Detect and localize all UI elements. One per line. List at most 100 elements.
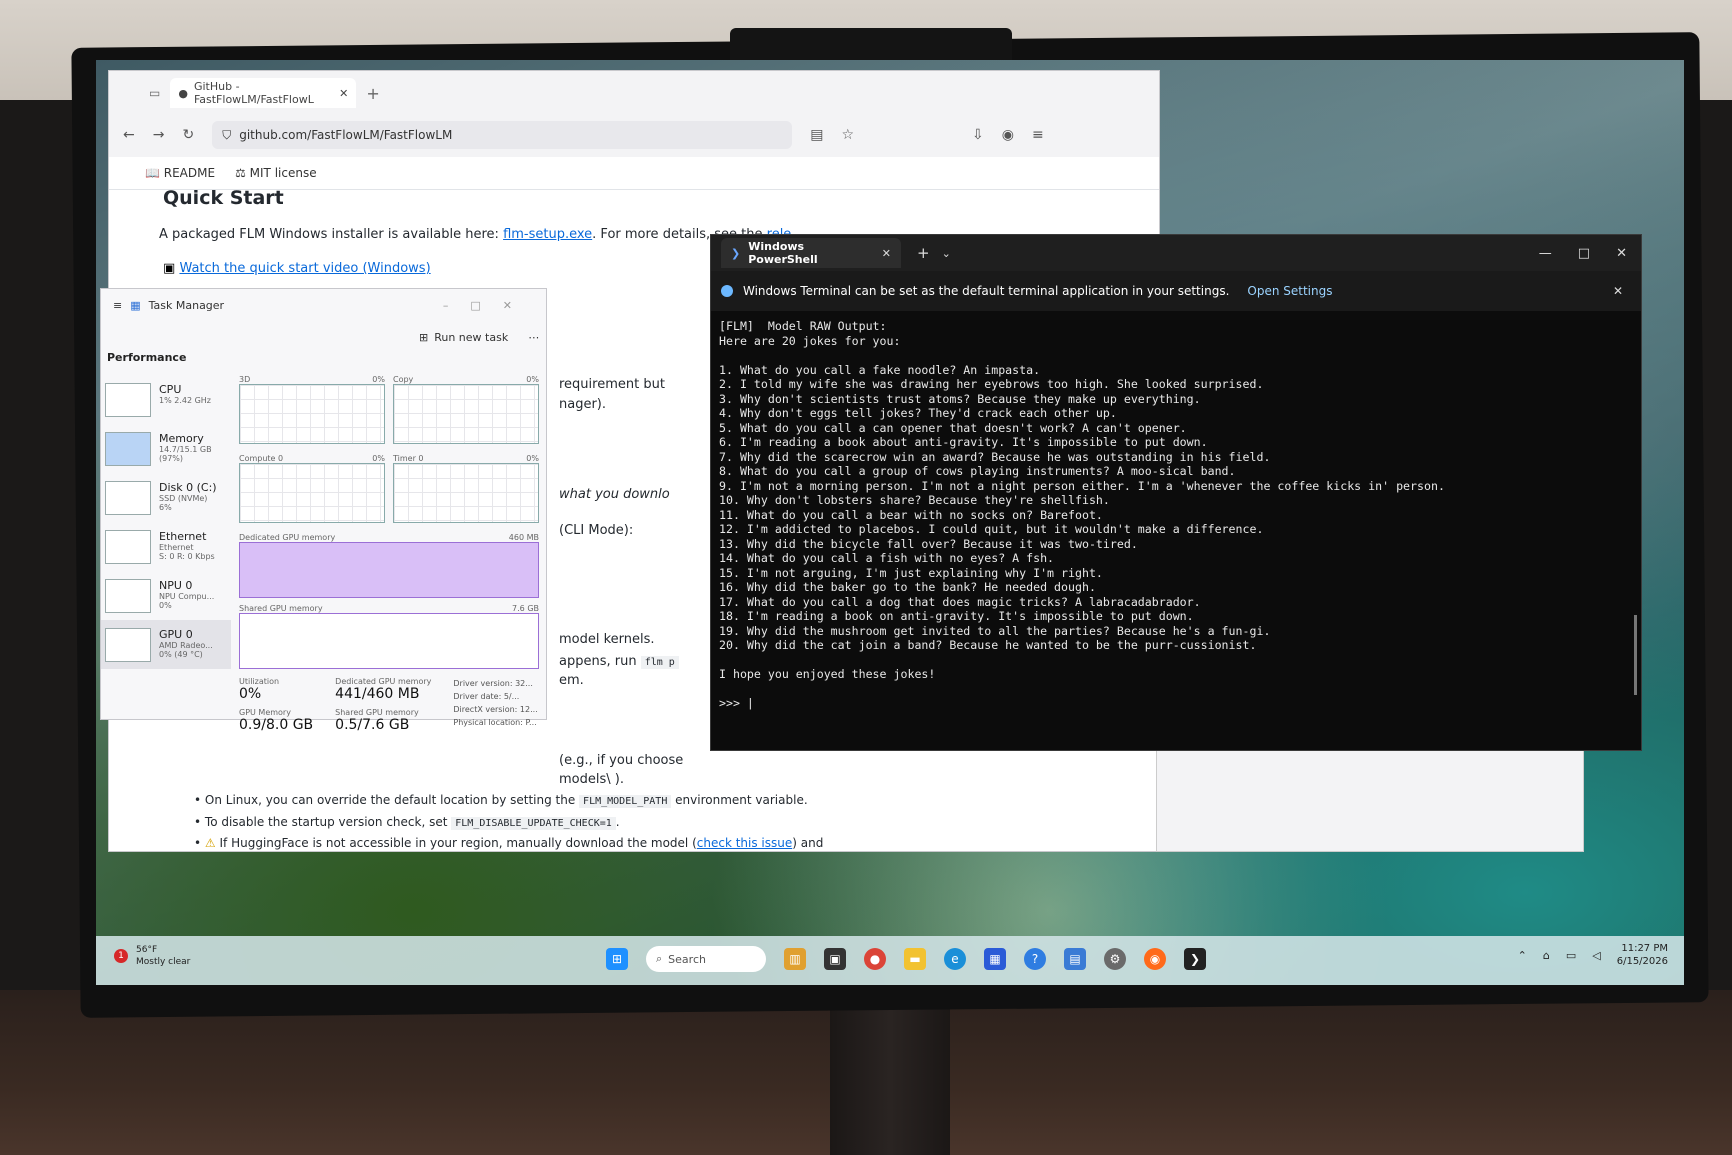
back-icon[interactable]: ← — [123, 127, 135, 143]
more-icon[interactable]: ⋯ — [528, 331, 539, 344]
account-icon[interactable]: ◉ — [1002, 127, 1014, 143]
download-icon[interactable]: ⇩ — [972, 127, 984, 143]
settings-icon[interactable]: ⚙ — [1104, 948, 1126, 970]
sidebar-thumb-graph — [105, 579, 151, 613]
chevron-up-icon[interactable]: ⌃ — [1518, 949, 1527, 962]
terminal-line: 4. Why don't eggs tell jokes? They'd cra… — [719, 406, 1117, 420]
weather-temp: 56°F — [136, 945, 158, 955]
github-icon: ● — [178, 86, 188, 100]
gpu-stats: Utilization 0% GPU Memory 0.9/8.0 GB Ded… — [239, 677, 539, 733]
terminal-line: 8. What do you call a group of cows play… — [719, 464, 1236, 478]
performance-sidebar: CPU 1% 2.42 GHz Memory 14.7/15.1 GB (97%) Di… — [101, 375, 231, 669]
sidebar-item[interactable]: Ethernet Ethernet S: 0 R: 0 Kbps — [101, 522, 231, 571]
clock-time: 11:27 PM — [1621, 943, 1668, 954]
sidebar-item-sub: 0% (49 °C) — [159, 650, 203, 659]
sidebar-item[interactable]: Memory 14.7/15.1 GB (97%) — [101, 424, 231, 473]
edge-icon[interactable]: e — [944, 948, 966, 970]
sidebar-item[interactable]: NPU 0 NPU Compu... 0% — [101, 571, 231, 620]
tab-readme-label: README — [163, 166, 216, 180]
open-settings-link[interactable]: Open Settings — [1247, 284, 1332, 298]
browser-tab[interactable]: ● GitHub - FastFlowLM/FastFlowL ✕ — [170, 78, 357, 108]
menu-icon[interactable]: ≡ — [1032, 127, 1044, 143]
video-link[interactable]: Watch the quick start video (Windows) — [179, 261, 430, 276]
window-controls[interactable]: –□✕ — [443, 299, 546, 312]
new-tab-icon[interactable]: + — [917, 244, 930, 262]
sidebar-item-text: GPU 0 AMD Radeo... 0% (49 °C) — [159, 628, 213, 659]
weather-widget[interactable]: 1 56°F Mostly clear — [114, 944, 190, 968]
graph-3d[interactable] — [239, 384, 385, 444]
run-new-task-button[interactable]: ⊞ Run new task ⋯ — [419, 331, 539, 344]
close-tab-icon[interactable]: ✕ — [882, 247, 891, 260]
dedicated-label: Dedicated GPU memory — [239, 533, 336, 542]
terminal-line: 2. I told my wife she was drawing her ey… — [719, 377, 1264, 391]
graph-timer[interactable] — [393, 463, 539, 523]
powershell-icon: ❯ — [731, 246, 741, 260]
sidebar-item-sub: NPU Compu... — [159, 592, 215, 601]
help-icon[interactable]: ? — [1024, 948, 1046, 970]
stat-value: 0% — [239, 686, 262, 702]
task-view-icon[interactable]: ▣ — [824, 948, 846, 970]
volume-icon[interactable]: ◁ — [1592, 949, 1600, 962]
task-manager-taskbar-icon[interactable]: ▤ — [1064, 948, 1086, 970]
display-icon[interactable]: ▭ — [1566, 949, 1576, 962]
installer-link[interactable]: flm-setup.exe — [503, 227, 592, 242]
graph-label-3d: 3D — [239, 375, 251, 384]
reload-icon[interactable]: ↻ — [182, 127, 194, 143]
reader-icon[interactable]: ▤ — [810, 127, 823, 143]
sidebar-item-sub: 0% — [159, 601, 172, 610]
banner-close-icon[interactable]: ✕ — [1613, 284, 1641, 298]
terminal-line: 11. What do you call a bear with no sock… — [719, 507, 1103, 522]
graph-compute[interactable] — [239, 463, 385, 523]
windows-icon[interactable]: ⊞ — [606, 948, 628, 970]
chevron-down-icon[interactable]: ⌄ — [942, 247, 951, 260]
tab-license[interactable]: ⚖ MIT license — [235, 166, 317, 180]
sidebar-item[interactable]: GPU 0 AMD Radeo... 0% (49 °C) — [101, 620, 231, 669]
readme-tabs: 📖 README ⚖ MIT license — [109, 157, 1159, 190]
terminal-tab[interactable]: ❯ Windows PowerShell ✕ — [721, 238, 901, 268]
maximize-icon[interactable]: □ — [1578, 246, 1590, 261]
search-placeholder: Search — [668, 952, 706, 966]
new-tab-icon[interactable]: + — [366, 84, 379, 103]
clock[interactable]: 11:27 PM 6/15/2026 — [1617, 942, 1668, 968]
hamburger-icon[interactable]: ≡ — [113, 299, 122, 312]
network-icon[interactable]: ⌂ — [1543, 949, 1550, 962]
tab-list-icon[interactable]: ▭ — [149, 86, 160, 100]
sidebar-item-label: Ethernet — [159, 530, 207, 543]
physical-label: Physical location: — [453, 718, 523, 727]
chrome-icon[interactable]: ● — [864, 948, 886, 970]
desktop-screen: ▭ ● GitHub - FastFlowLM/FastFlowL ✕ + ← … — [96, 60, 1684, 985]
info-icon — [721, 285, 733, 297]
graph-pct: 0% — [526, 375, 539, 384]
store-icon[interactable]: ▦ — [984, 948, 1006, 970]
minimize-icon[interactable]: — — [1539, 246, 1552, 261]
star-icon[interactable]: ☆ — [841, 127, 854, 143]
tab-readme[interactable]: 📖 README — [145, 166, 215, 180]
sidebar-item-sub: 14.7/15.1 GB (97%) — [159, 445, 212, 463]
sidebar-item[interactable]: CPU 1% 2.42 GHz — [101, 375, 231, 424]
widgets-icon[interactable]: ▥ — [784, 948, 806, 970]
close-tab-icon[interactable]: ✕ — [339, 87, 348, 100]
taskbar-apps: ⊞ ⌕ Search ▥ ▣ ● ▬ e ▦ ? ▤ ⚙ ◉ ❯ — [606, 946, 1206, 972]
list-item-text: To disable the startup version check, se… — [204, 815, 448, 829]
text-fragment: (CLI Mode): — [559, 523, 634, 538]
url-bar[interactable]: ⛉ github.com/FastFlowLM/FastFlowLM — [212, 121, 793, 149]
sidebar-item[interactable]: Disk 0 (C:) SSD (NVMe) 6% — [101, 473, 231, 522]
sidebar-thumb-graph — [105, 481, 151, 515]
driver-row: Physical location: P... — [453, 716, 537, 729]
forward-icon[interactable]: → — [153, 127, 165, 143]
close-icon[interactable]: ✕ — [1616, 246, 1627, 261]
file-explorer-icon[interactable]: ▬ — [904, 948, 926, 970]
browser-tab-title: GitHub - FastFlowLM/FastFlowL — [193, 80, 314, 106]
sidebar-item-text: Disk 0 (C:) SSD (NVMe) 6% — [159, 481, 217, 512]
task-manager-titlebar: ≡ ▦ Task Manager –□✕ — [101, 289, 546, 321]
firefox-icon[interactable]: ◉ — [1144, 948, 1166, 970]
stat-label: Shared GPU memory — [335, 708, 419, 717]
graph-copy[interactable] — [393, 384, 539, 444]
issue-link[interactable]: check this issue — [697, 836, 792, 850]
scrollbar[interactable] — [1634, 615, 1637, 695]
taskbar-search[interactable]: ⌕ Search — [646, 946, 766, 972]
driver-row: Driver version: 32... — [453, 677, 537, 690]
terminal-icon[interactable]: ❯ — [1184, 948, 1206, 970]
terminal-output[interactable]: [FLM] Model RAW Output: Here are 20 jokes… — [719, 319, 1629, 711]
